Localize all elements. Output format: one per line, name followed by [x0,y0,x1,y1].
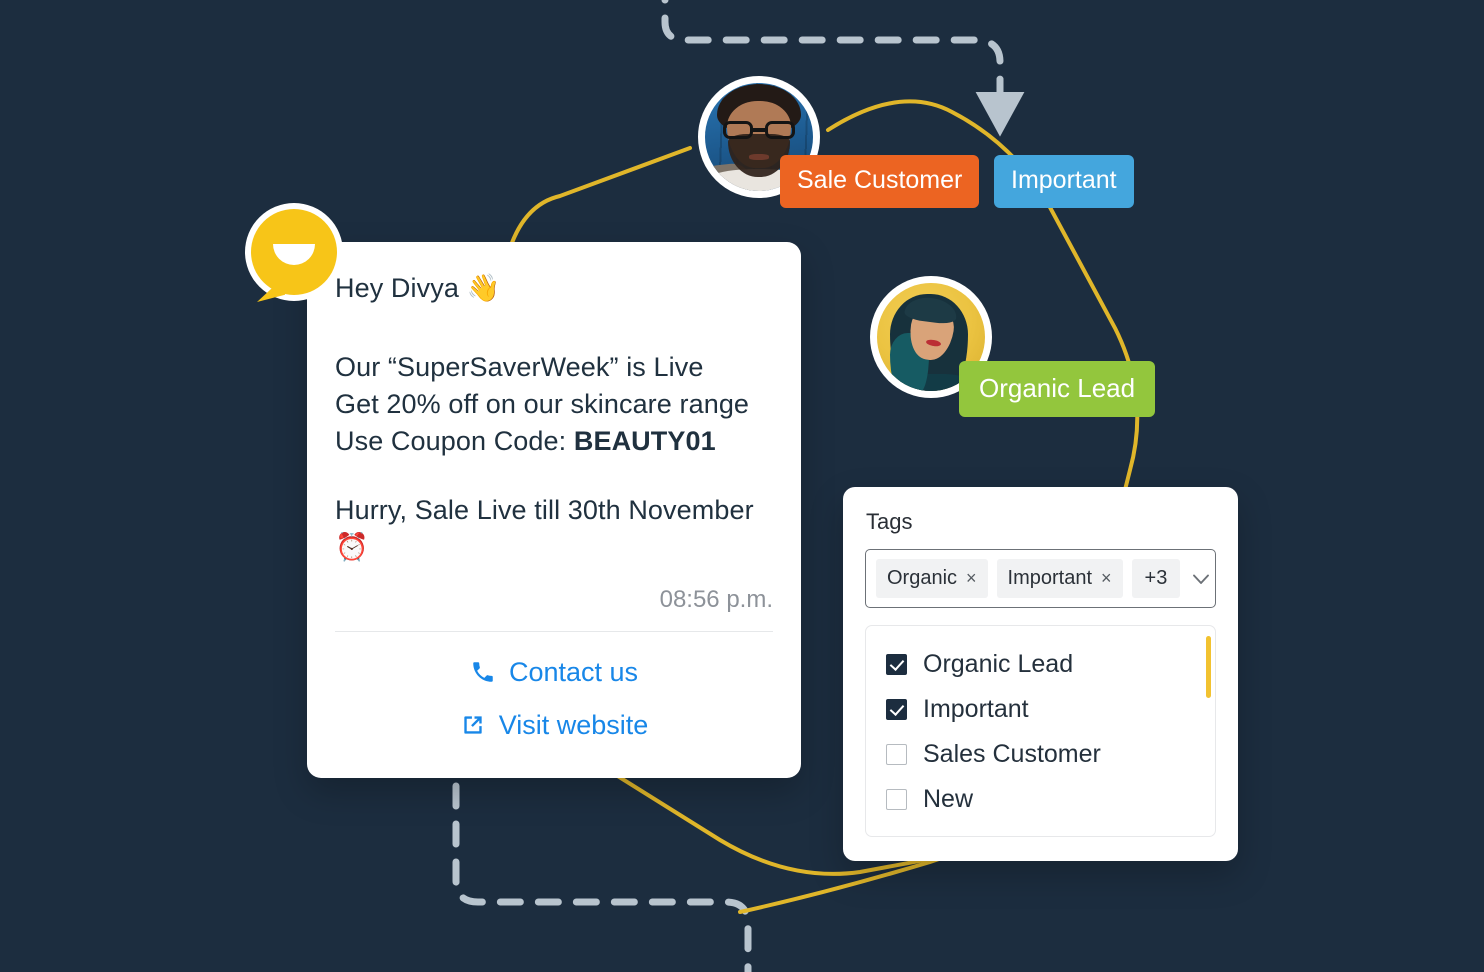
tag-option-important[interactable]: Important [866,687,1215,732]
tag-option-sales-customer[interactable]: Sales Customer [866,732,1215,777]
tags-select-input[interactable]: Organic × Important × +3 [865,549,1216,608]
message-coupon-line: Use Coupon Code: BEAUTY01 [335,423,773,460]
badge-organic-lead[interactable]: Organic Lead [959,361,1156,417]
contact-us-button[interactable]: Contact us [307,646,801,699]
tag-chip-important[interactable]: Important × [996,559,1123,598]
tag-option-label: New [923,785,974,813]
tag-option-organic-lead[interactable]: Organic Lead [866,642,1215,687]
avatar-mouth [749,154,769,160]
tag-chip-organic[interactable]: Organic × [876,559,988,598]
tags-dropdown-list: Organic Lead Important Sales Customer Ne… [865,625,1216,837]
tags-title: Tags [866,509,913,534]
message-line-2: Get 20% off on our skincare range [335,388,750,419]
tag-option-new[interactable]: New [866,777,1215,822]
remove-tag-icon[interactable]: × [966,568,977,589]
remove-tag-icon[interactable]: × [1101,568,1112,589]
message-offer: Our “SuperSaverWeek” is Live Get 20% off… [335,349,773,460]
checkbox-icon[interactable] [886,789,907,810]
coupon-prefix: Use Coupon Code: [335,425,574,456]
checkbox-icon[interactable] [886,744,907,765]
visit-website-label: Visit website [498,709,649,740]
checkbox-icon[interactable] [886,654,907,675]
badge-important[interactable]: Important [994,155,1134,208]
message-timestamp: 08:56 p.m. [659,585,773,613]
chat-smile-icon [245,203,343,301]
message-greeting: Hey Divya 👋 [335,273,501,303]
tags-list-scrollbar[interactable] [1206,636,1211,698]
message-urgency: Hurry, Sale Live till 30th November ⏰ [335,494,754,562]
message-card: Hey Divya 👋 Our “SuperSaverWeek” is Live… [307,242,801,778]
tag-overflow-count[interactable]: +3 [1131,559,1181,598]
tag-option-label: Organic Lead [923,650,1074,678]
message-line-1: Our “SuperSaverWeek” is Live [335,351,704,382]
badge-sale-customer[interactable]: Sale Customer [780,155,980,208]
coupon-code: BEAUTY01 [573,425,716,456]
visit-website-button[interactable]: Visit website [307,699,801,752]
chevron-down-icon[interactable] [1189,566,1213,592]
phone-icon [473,662,493,683]
tag-chip-label: Important [1007,567,1093,589]
external-link-icon [464,716,482,735]
tag-chip-label: Organic [887,567,958,589]
checkbox-icon[interactable] [886,699,907,720]
message-body: Hey Divya 👋 Our “SuperSaverWeek” is Live… [307,270,801,566]
tag-option-label: Sales Customer [923,740,1101,768]
badge-label: Sale Customer [797,166,963,194]
smile-shape [273,244,315,266]
contact-us-label: Contact us [508,656,639,687]
tags-panel: Tags Organic × Important × +3 Organic Le… [843,487,1238,861]
tag-option-label: Important [923,695,1029,723]
avatar-glasses-bridge [750,128,768,132]
badge-label: Organic Lead [979,373,1136,403]
badge-label: Important [1011,166,1117,194]
message-actions: Contact us Visit website [307,632,801,778]
workflow-canvas: Sale Customer Important Organic Lead Hey… [0,0,1484,972]
dashed-connector-bottom [452,744,752,972]
